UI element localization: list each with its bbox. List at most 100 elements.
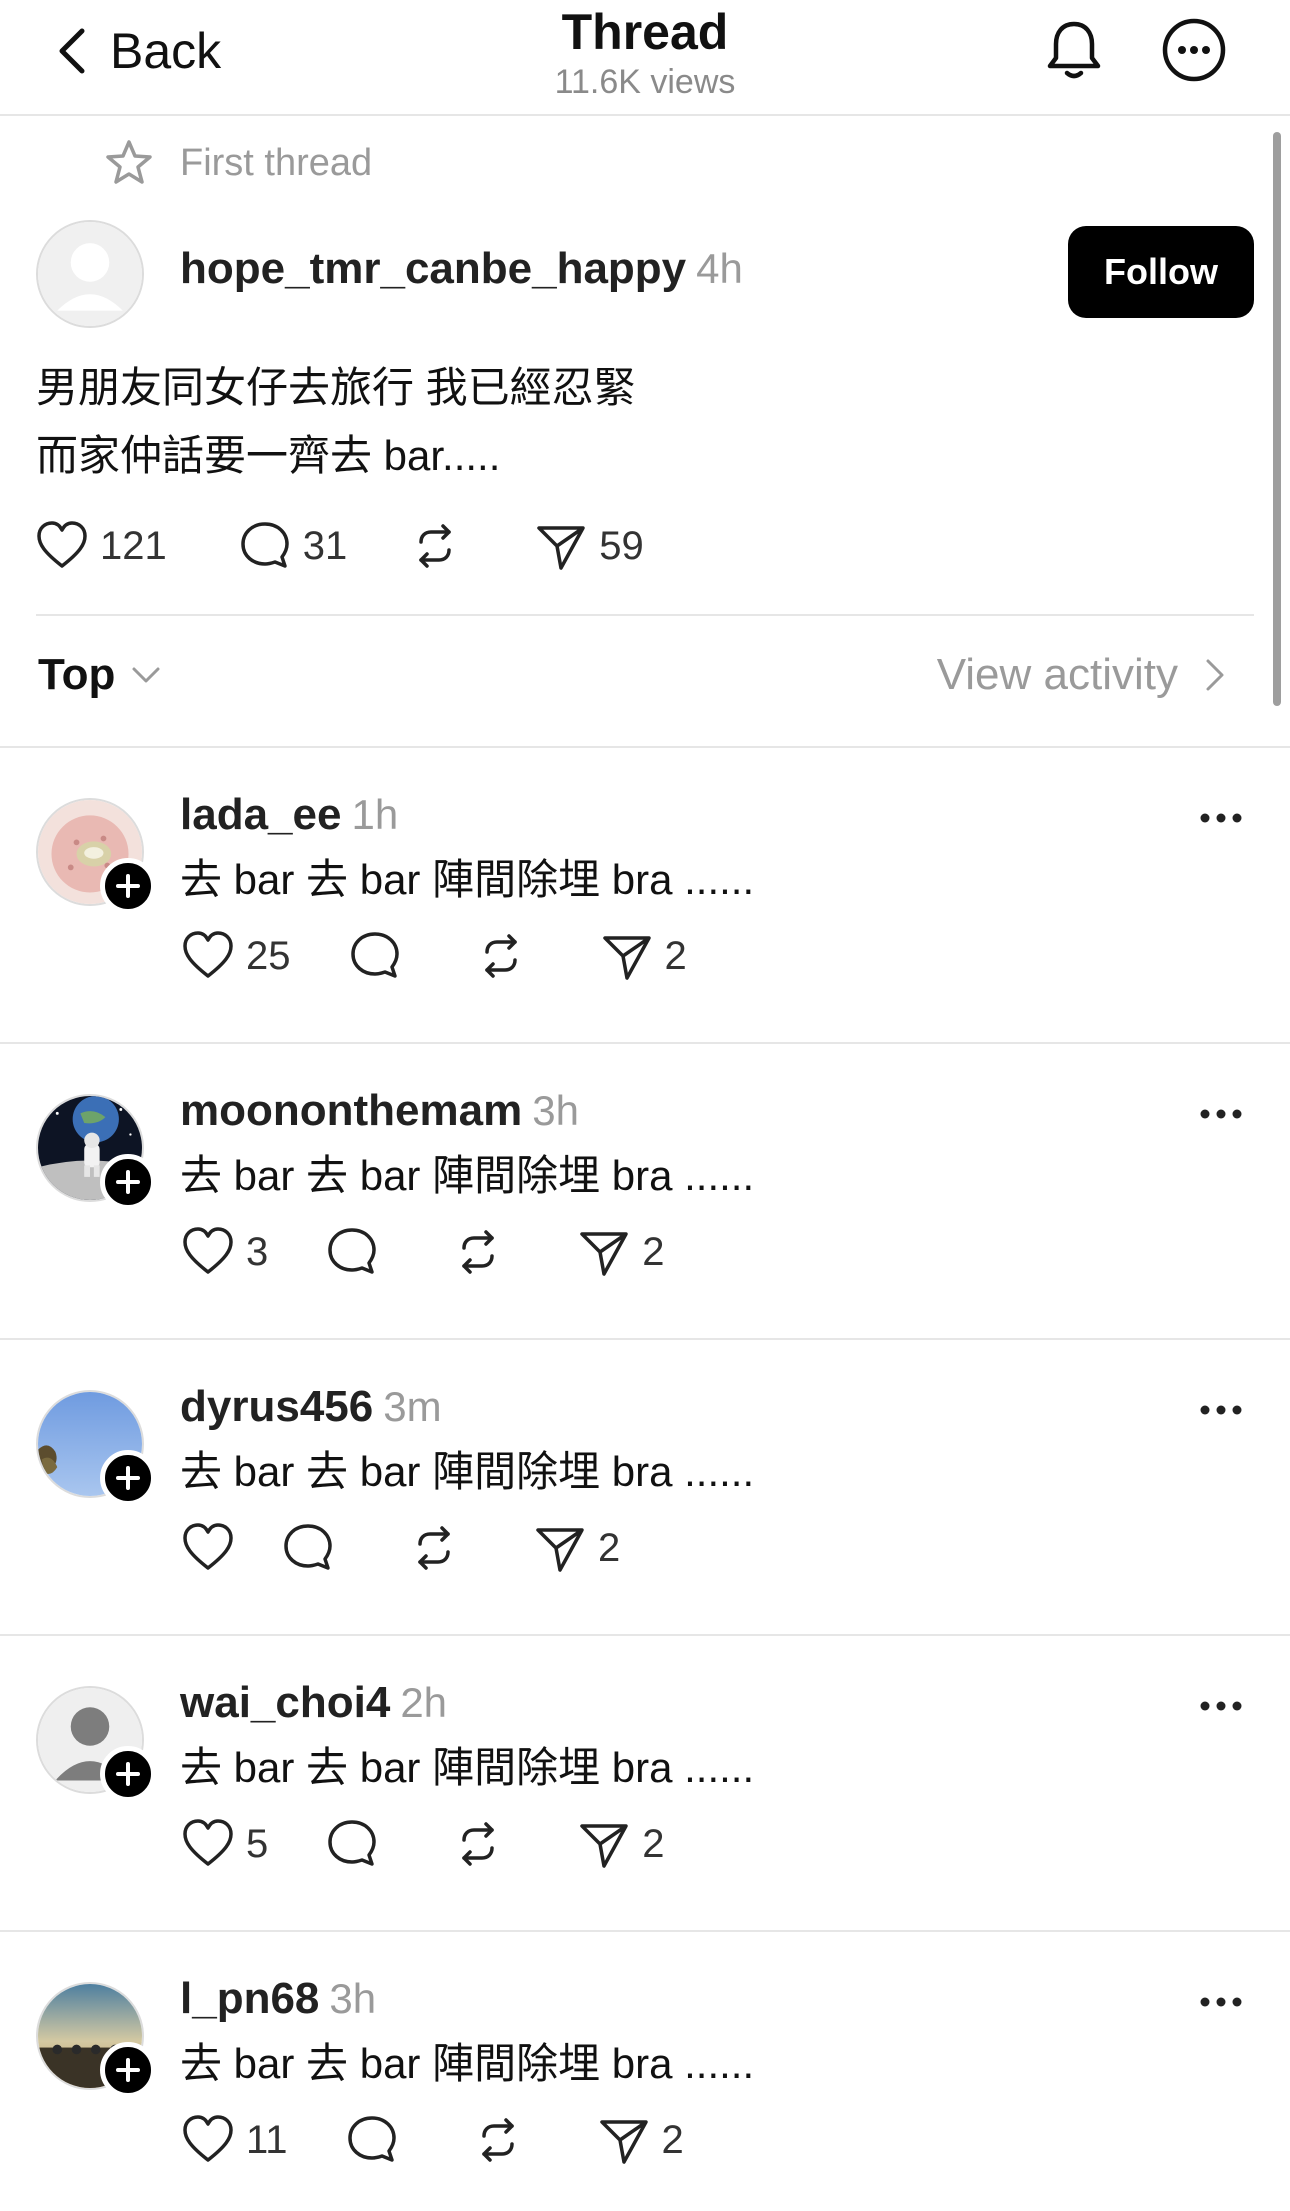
send-icon — [536, 1528, 584, 1572]
share-count: 59 — [599, 523, 644, 568]
comment-icon — [347, 2116, 396, 2162]
more-options-button[interactable] — [1196, 1992, 1246, 2012]
timestamp: 3h — [329, 1975, 377, 2022]
sort-dropdown[interactable]: Top — [38, 650, 163, 700]
reply-text: 去 bar 去 bar 陣間除埋 bra ...... — [180, 1152, 755, 1199]
post-author[interactable]: hope_tmr_canbe_happy 4h — [180, 244, 743, 294]
avatar[interactable] — [36, 220, 144, 328]
repost-button[interactable] — [450, 1816, 506, 1872]
username[interactable]: lada_ee — [180, 790, 341, 839]
reply-actions: 11 2 — [180, 2110, 684, 2170]
first-thread-tag: First thread — [104, 138, 372, 188]
heart-icon — [183, 2115, 233, 2162]
more-dots-icon — [1200, 1109, 1242, 1119]
comment-button[interactable] — [344, 2112, 400, 2168]
chevron-down-icon — [132, 667, 160, 683]
more-options-button[interactable] — [1160, 16, 1228, 84]
view-activity-label: View activity — [936, 650, 1178, 699]
repost-button[interactable] — [406, 1520, 462, 1576]
reply-text: 去 bar 去 bar 陣間除埋 bra ...... — [180, 1744, 755, 1791]
page-title: Thread — [561, 4, 729, 60]
follow-plus-button[interactable] — [100, 1450, 156, 1506]
default-avatar-icon — [38, 222, 142, 326]
more-options-button[interactable] — [1196, 808, 1246, 828]
timestamp: 1h — [351, 791, 399, 838]
username[interactable]: wai_choi4 — [180, 1678, 390, 1727]
follow-plus-button[interactable] — [100, 1154, 156, 1210]
view-activity-link[interactable]: View activity — [937, 650, 1232, 700]
comment-button[interactable] — [347, 928, 403, 984]
share-button[interactable]: 2 — [576, 1224, 665, 1280]
comment-icon — [328, 1820, 376, 1866]
send-icon — [580, 1232, 628, 1276]
more-options-button[interactable] — [1196, 1696, 1246, 1716]
send-icon — [599, 2120, 648, 2164]
username[interactable]: l_pn68 — [180, 1974, 319, 2023]
plus-icon — [116, 2058, 140, 2082]
reply-author[interactable]: moononthemam 3h — [180, 1086, 579, 1136]
send-icon — [602, 936, 651, 980]
share-count: 2 — [661, 2117, 684, 2162]
repost-icon — [462, 1230, 494, 1274]
reply-author[interactable]: l_pn68 3h — [180, 1974, 376, 2024]
post-text-line-1: 男朋友同女仔去旅行 我已經忍緊 — [36, 364, 636, 411]
follow-plus-button[interactable] — [100, 1746, 156, 1802]
share-button[interactable]: 2 — [596, 2112, 684, 2168]
like-button[interactable] — [180, 1520, 246, 1576]
divider — [0, 1634, 1290, 1636]
reply-text: 去 bar 去 bar 陣間除埋 bra ...... — [180, 2040, 755, 2087]
share-button[interactable]: 2 — [576, 1816, 665, 1872]
comment-button[interactable] — [324, 1224, 380, 1280]
like-button[interactable]: 5 — [180, 1816, 268, 1872]
share-count: 2 — [598, 1525, 621, 1570]
bell-icon — [1047, 21, 1101, 79]
like-button[interactable]: 121 — [34, 518, 167, 574]
follow-plus-button[interactable] — [100, 858, 156, 914]
timestamp: 3h — [532, 1087, 579, 1134]
top-nav-bar: Back Thread 11.6K views — [0, 0, 1290, 116]
plus-icon — [116, 1170, 140, 1194]
follow-plus-button[interactable] — [100, 2042, 156, 2098]
scrollbar[interactable] — [1273, 132, 1281, 706]
username[interactable]: hope_tmr_canbe_happy — [180, 244, 686, 293]
reply-actions: 2 — [180, 1518, 620, 1578]
comment-button[interactable] — [280, 1520, 336, 1576]
heart-icon — [183, 1227, 233, 1274]
share-button[interactable]: 59 — [533, 518, 644, 574]
share-count: 2 — [642, 1821, 665, 1866]
like-button[interactable]: 11 — [180, 2112, 288, 2168]
share-button[interactable]: 2 — [532, 1520, 620, 1576]
like-button[interactable]: 25 — [180, 928, 291, 984]
plus-icon — [116, 874, 140, 898]
notifications-button[interactable] — [1040, 16, 1108, 84]
share-count: 2 — [664, 933, 687, 978]
share-button[interactable]: 2 — [599, 928, 687, 984]
back-button[interactable]: Back — [52, 18, 221, 84]
repost-button[interactable] — [407, 518, 463, 574]
reply-author[interactable]: lada_ee 1h — [180, 790, 398, 840]
more-options-button[interactable] — [1196, 1104, 1246, 1124]
comment-button[interactable]: 31 — [237, 518, 347, 574]
more-options-button[interactable] — [1196, 1400, 1246, 1420]
reply-actions: 5 2 — [180, 1814, 665, 1874]
reply-actions: 3 2 — [180, 1222, 665, 1282]
divider — [0, 1930, 1290, 1932]
like-count: 121 — [100, 523, 167, 568]
comment-icon — [284, 1524, 332, 1570]
reply-author[interactable]: wai_choi4 2h — [180, 1678, 447, 1728]
follow-button[interactable]: Follow — [1068, 226, 1254, 318]
reply-author[interactable]: dyrus456 3m — [180, 1382, 442, 1432]
post-text-line-2: 而家仲話要一齊去 bar..... — [36, 432, 501, 479]
repost-button[interactable] — [450, 1224, 506, 1280]
comment-button[interactable] — [324, 1816, 380, 1872]
divider — [0, 746, 1290, 748]
repost-button[interactable] — [470, 2112, 526, 2168]
username[interactable]: dyrus456 — [180, 1382, 373, 1431]
comment-icon — [241, 522, 289, 568]
repost-icon — [481, 2118, 514, 2162]
divider — [0, 1042, 1290, 1044]
repost-button[interactable] — [473, 928, 529, 984]
like-button[interactable]: 3 — [180, 1224, 268, 1280]
more-dots-icon — [1200, 1997, 1242, 2007]
username[interactable]: moononthemam — [180, 1086, 522, 1135]
